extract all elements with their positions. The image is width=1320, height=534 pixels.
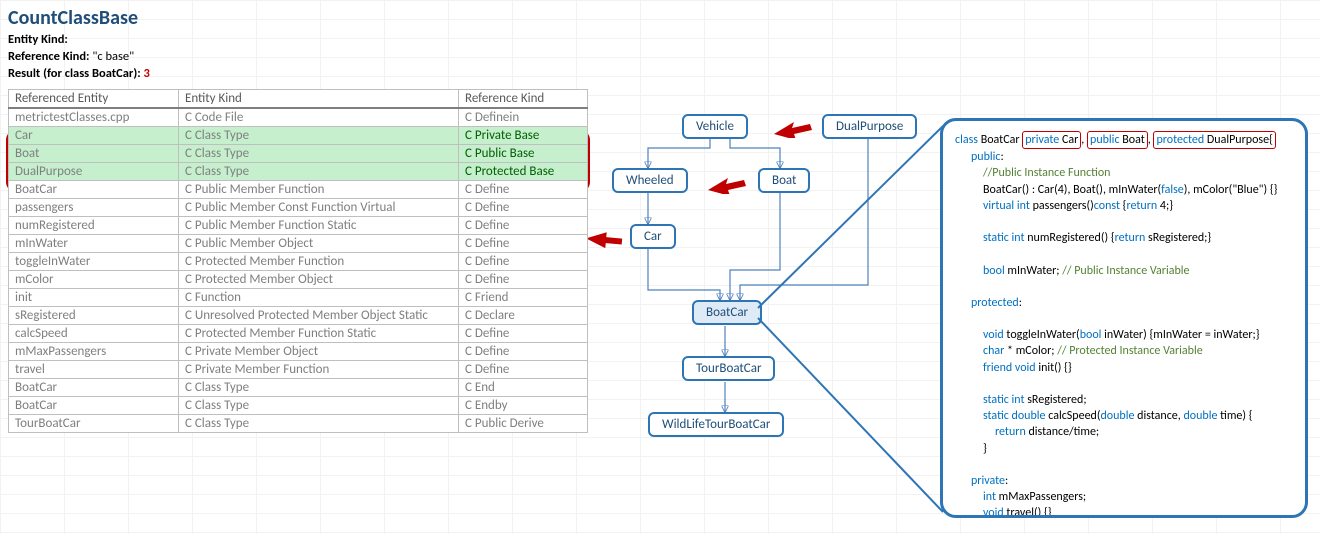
table-row: toggleInWaterC Protected Member Function… [9,252,588,270]
cell-entity: mColor [9,270,179,288]
reference-table: Referenced Entity Entity Kind Reference … [8,89,588,433]
cell-entity: BoatCar [9,378,179,396]
table-row: BoatCarC Public Member FunctionC Define [9,180,588,198]
result-label: Result (for class BoatCar): [8,66,141,81]
cell-entity: sRegistered [9,306,179,324]
cell-kind: C Public Member Function [179,180,459,198]
cell-ref: C Define [459,270,588,288]
cell-entity: mInWater [9,234,179,252]
cell-kind: C Class Type [179,162,459,180]
table-row: DualPurposeC Class TypeC Protected Base [9,162,588,180]
cell-kind: C Public Member Function Static [179,216,459,234]
cell-entity: TourBoatCar [9,414,179,432]
entity-kind-label: Entity Kind: [8,32,68,47]
cell-ref: C Protected Base [459,162,588,180]
table-row: sRegisteredC Unresolved Protected Member… [9,306,588,324]
cell-kind: C Unresolved Protected Member Object Sta… [179,306,459,324]
cell-entity: Car [9,126,179,144]
cell-ref: C Declare [459,306,588,324]
cell-entity: travel [9,360,179,378]
cell-entity: passengers [9,198,179,216]
cell-entity: numRegistered [9,216,179,234]
cell-ref: C Definein [459,108,588,127]
reference-kind-value: "c base" [92,49,134,64]
cell-ref: C Define [459,216,588,234]
cell-ref: C Define [459,234,588,252]
cell-kind: C Public Member Const Function Virtual [179,198,459,216]
cell-kind: C Private Member Object [179,342,459,360]
table-row: BoatCarC Class TypeC End [9,378,588,396]
cell-kind: C Code File [179,108,459,127]
cell-entity: Boat [9,144,179,162]
cell-ref: C Public Derive [459,414,588,432]
cell-kind: C Class Type [179,396,459,414]
table-row: CarC Class TypeC Private Base [9,126,588,144]
cell-ref: C Friend [459,288,588,306]
cell-entity: calcSpeed [9,324,179,342]
reference-kind-label: Reference Kind: [8,49,90,64]
table-row: mMaxPassengersC Private Member ObjectC D… [9,342,588,360]
cell-ref: C Define [459,198,588,216]
cell-kind: C Private Member Function [179,360,459,378]
meta-block: Entity Kind: Reference Kind: "c base" Re… [8,32,1312,83]
cell-kind: C Protected Member Function Static [179,324,459,342]
cell-ref: C Define [459,342,588,360]
cell-ref: C End [459,378,588,396]
table-row: BoatC Class TypeC Public Base [9,144,588,162]
cell-kind: C Protected Member Function [179,252,459,270]
col-entity-kind: Entity Kind [179,89,459,108]
table-row: mColorC Protected Member ObjectC Define [9,270,588,288]
cell-ref: C Private Base [459,126,588,144]
table-row: metrictestClasses.cppC Code FileC Define… [9,108,588,127]
cell-ref: C Define [459,360,588,378]
cell-entity: mMaxPassengers [9,342,179,360]
cell-entity: BoatCar [9,180,179,198]
cell-kind: C Class Type [179,378,459,396]
table-row: BoatCarC Class TypeC Endby [9,396,588,414]
result-value: 3 [144,66,150,81]
col-reference-kind: Reference Kind [459,89,588,108]
table-row: TourBoatCarC Class TypeC Public Derive [9,414,588,432]
cell-ref: C Public Base [459,144,588,162]
table-row: passengersC Public Member Const Function… [9,198,588,216]
cell-entity: toggleInWater [9,252,179,270]
cell-entity: DualPurpose [9,162,179,180]
cell-kind: C Public Member Object [179,234,459,252]
cell-entity: init [9,288,179,306]
cell-entity: metrictestClasses.cpp [9,108,179,127]
table-row: travelC Private Member FunctionC Define [9,360,588,378]
cell-ref: C Define [459,180,588,198]
col-referenced-entity: Referenced Entity [9,89,179,108]
table-row: calcSpeedC Protected Member Function Sta… [9,324,588,342]
cell-entity: BoatCar [9,396,179,414]
cell-kind: C Class Type [179,144,459,162]
table-row: mInWaterC Public Member ObjectC Define [9,234,588,252]
cell-ref: C Define [459,324,588,342]
cell-kind: C Class Type [179,126,459,144]
cell-kind: C Class Type [179,414,459,432]
cell-ref: C Endby [459,396,588,414]
cell-kind: C Function [179,288,459,306]
cell-ref: C Define [459,252,588,270]
page-title: CountClassBase [8,6,1312,30]
table-row: initC FunctionC Friend [9,288,588,306]
cell-kind: C Protected Member Object [179,270,459,288]
table-row: numRegisteredC Public Member Function St… [9,216,588,234]
